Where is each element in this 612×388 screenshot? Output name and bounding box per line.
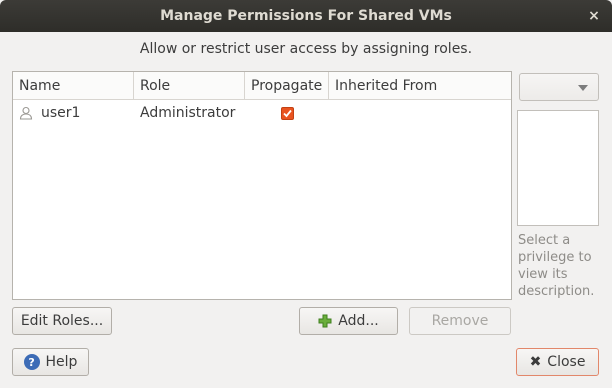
remove-button[interactable]: Remove: [409, 307, 511, 335]
column-header-name[interactable]: Name: [13, 72, 134, 100]
privilege-list[interactable]: [517, 110, 599, 226]
instructions-text: Allow or restrict user access by assigni…: [139, 41, 473, 57]
help-button[interactable]: ? Help: [12, 348, 89, 376]
close-label: Close: [547, 354, 586, 370]
table-row[interactable]: user1 Administrator: [13, 100, 511, 126]
propagate-checkbox[interactable]: [280, 106, 294, 120]
permissions-table: Name Role Propagate Inherited From user1…: [12, 71, 512, 300]
column-header-role[interactable]: Role: [134, 72, 245, 100]
cell-name: user1: [13, 105, 134, 121]
edit-roles-label: Edit Roles...: [20, 313, 104, 329]
cell-role: Administrator: [140, 105, 236, 121]
checkmark-icon: [282, 109, 292, 117]
column-header-propagate[interactable]: Propagate: [245, 72, 329, 100]
help-icon: ?: [23, 354, 40, 370]
close-icon: ✖: [529, 354, 542, 370]
plus-icon: [318, 314, 332, 328]
table-header: Name Role Propagate Inherited From: [13, 72, 511, 100]
column-header-inherited-from[interactable]: Inherited From: [329, 72, 511, 100]
cell-propagate: [245, 106, 329, 120]
window-close-icon[interactable]: ×: [586, 8, 602, 24]
remove-label: Remove: [431, 313, 489, 329]
privilege-description: Select a privilege to view its descripti…: [518, 233, 595, 299]
user-name: user1: [41, 105, 81, 121]
edit-roles-button[interactable]: Edit Roles...: [12, 307, 112, 335]
privilege-dropdown[interactable]: [519, 73, 599, 101]
user-icon: [19, 106, 33, 120]
add-button[interactable]: Add...: [299, 307, 398, 335]
add-label: Add...: [338, 313, 379, 329]
window-title: Manage Permissions For Shared VMs: [160, 8, 452, 24]
close-button[interactable]: ✖ Close: [516, 348, 599, 376]
chevron-down-icon: [578, 85, 588, 91]
title-bar: Manage Permissions For Shared VMs ×: [0, 0, 612, 32]
help-label: Help: [45, 354, 78, 370]
